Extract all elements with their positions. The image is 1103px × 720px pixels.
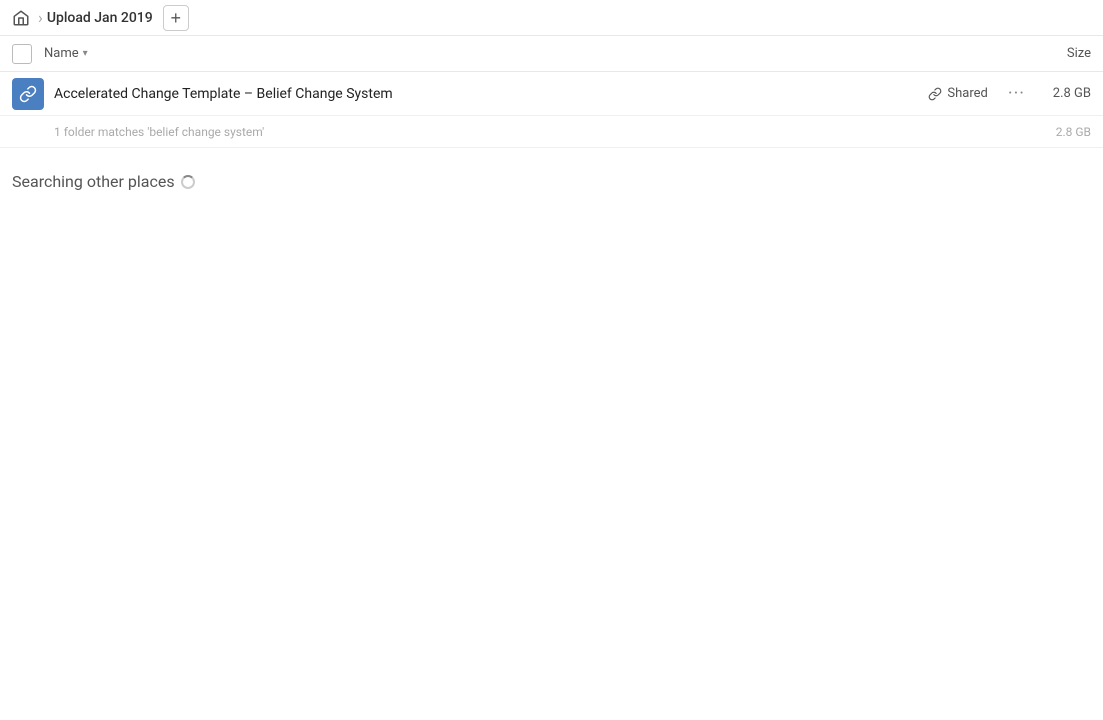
- select-all-checkbox[interactable]: [12, 44, 32, 64]
- chevron-down-icon: ▾: [83, 48, 88, 59]
- breadcrumb-title: Upload Jan 2019: [47, 10, 153, 26]
- match-info-text: 1 folder matches 'belief change system': [54, 125, 1041, 139]
- file-icon: [12, 78, 44, 110]
- name-column-header[interactable]: Name ▾: [44, 46, 88, 61]
- shared-label: Shared: [928, 86, 987, 101]
- more-options-button[interactable]: ···: [1008, 83, 1025, 104]
- loading-spinner: [181, 175, 195, 189]
- breadcrumb-bar: › Upload Jan 2019 +: [0, 0, 1103, 36]
- file-size: 2.8 GB: [1041, 86, 1091, 101]
- size-column-header: Size: [1067, 46, 1091, 61]
- home-button[interactable]: [12, 9, 30, 27]
- link-icon: [928, 87, 942, 101]
- column-header-row: Name ▾ Size: [0, 36, 1103, 72]
- file-row[interactable]: Accelerated Change Template – Belief Cha…: [0, 72, 1103, 116]
- breadcrumb-separator: ›: [38, 8, 43, 27]
- searching-label: Searching other places: [12, 172, 1091, 191]
- match-info-size: 2.8 GB: [1041, 125, 1091, 139]
- match-info-row: 1 folder matches 'belief change system' …: [0, 116, 1103, 148]
- file-name: Accelerated Change Template – Belief Cha…: [54, 86, 928, 102]
- add-button[interactable]: +: [163, 5, 189, 31]
- searching-section: Searching other places: [0, 148, 1103, 191]
